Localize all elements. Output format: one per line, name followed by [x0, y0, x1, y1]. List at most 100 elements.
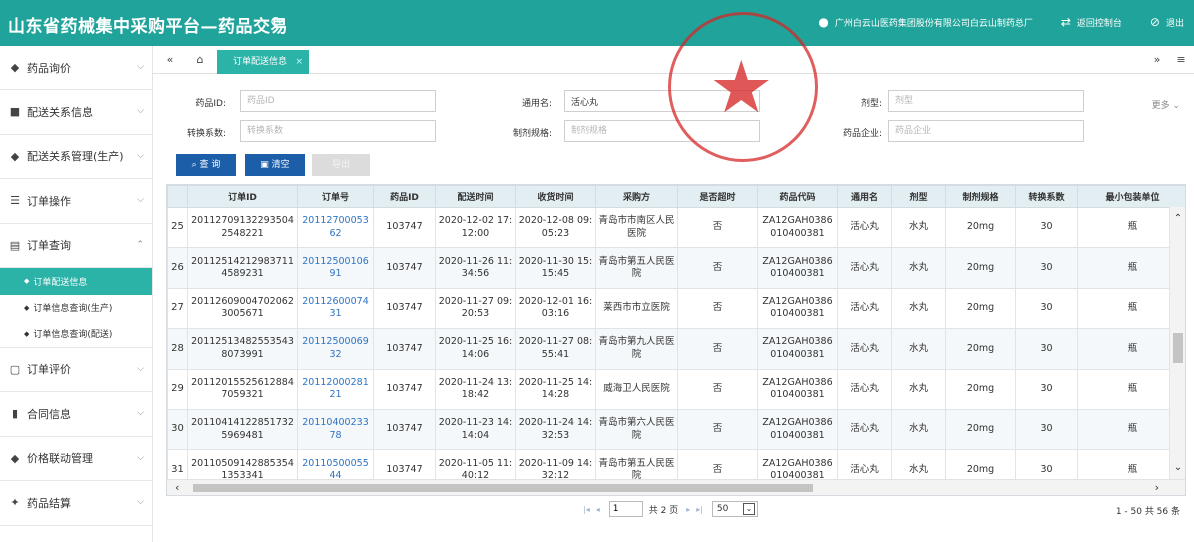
- page-number-input[interactable]: [608, 501, 643, 517]
- chevron-down-icon: ⌵: [137, 195, 144, 205]
- table-row[interactable]: 25 201127091322935042548221 2011270005362 1…: [167, 206, 1185, 249]
- conversion-input[interactable]: [240, 120, 436, 142]
- enterprise-input[interactable]: [888, 120, 1084, 142]
- scroll-thumb[interactable]: [1173, 333, 1183, 363]
- cell-ship: 2020-11-27 09:20:53: [435, 287, 516, 330]
- sidebar-item-drug-inquiry[interactable]: ◆ 药品询价 ⌵: [0, 46, 152, 90]
- search-icon: ⌕: [191, 160, 200, 170]
- sidebar-subitem-order-delivery-info[interactable]: ◆ 订单配送信息: [0, 268, 152, 295]
- column-header[interactable]: 制剂规格: [945, 185, 1016, 208]
- cell-code: ZA12GAH0386010400381: [757, 206, 838, 249]
- scroll-left-icon[interactable]: ‹: [175, 481, 179, 494]
- table-row[interactable]: 28 201125134825535438073991 2011250006932 1…: [167, 328, 1185, 370]
- sidebar-item-delivery-info[interactable]: ■ 配送关系信息 ⌵: [0, 90, 152, 135]
- next-page-icon[interactable]: ▸: [686, 505, 690, 514]
- scroll-up-icon[interactable]: ⌃: [1170, 213, 1185, 224]
- first-page-icon[interactable]: |◂: [583, 505, 590, 514]
- table-row[interactable]: 30 201104141228517325969481 2011040023378 1…: [167, 408, 1185, 451]
- column-header[interactable]: 订单ID: [187, 185, 298, 208]
- column-header[interactable]: 剂型: [891, 185, 946, 208]
- column-header[interactable]: 配送时间: [435, 185, 516, 208]
- column-header[interactable]: 药品代码: [757, 185, 838, 208]
- order-number-link[interactable]: 2011250006932: [302, 336, 369, 360]
- cell-overdue: 否: [677, 328, 758, 370]
- cell-spec: 20mg: [945, 408, 1016, 451]
- column-header[interactable]: 药品ID: [373, 185, 436, 208]
- sidebar-item-drug-settlement[interactable]: ✦ 药品结算 ⌵: [0, 481, 152, 526]
- sidebar-item-contract-info[interactable]: ▮ 合同信息 ⌵: [0, 392, 152, 437]
- tab-bar: « ⌂ 订单配送信息 × » ≡: [153, 46, 1194, 74]
- order-number-link[interactable]: 2011250010691: [302, 256, 369, 280]
- column-header[interactable]: 通用名: [837, 185, 892, 208]
- home-icon[interactable]: ⌂: [189, 46, 211, 74]
- cell-recv: 2020-12-01 16:03:16: [515, 287, 596, 330]
- tab-order-delivery-info[interactable]: 订单配送信息 ×: [217, 50, 309, 74]
- column-header[interactable]: 订单号: [297, 185, 374, 208]
- cell-overdue: 否: [677, 206, 758, 249]
- order-number-link[interactable]: 2011260007431: [302, 296, 369, 320]
- page-size-select[interactable]: 50 ⌄: [711, 501, 758, 517]
- column-header[interactable]: 采购方: [595, 185, 678, 208]
- order-number-link[interactable]: 2011200028121: [302, 377, 369, 401]
- scroll-right-icon[interactable]: ›: [1155, 481, 1159, 494]
- prev-page-icon[interactable]: ◂: [596, 505, 600, 514]
- scroll-down-icon[interactable]: ⌄: [1170, 462, 1185, 473]
- sidebar-item-delivery-management[interactable]: ◆ 配送关系管理(生产) ⌵: [0, 135, 152, 179]
- table-row[interactable]: 29 201120155256128847059321 2011200028121 1…: [167, 368, 1185, 410]
- more-filters-toggle[interactable]: 更多 ⌄: [1152, 98, 1180, 111]
- order-number-link[interactable]: 2011050005544: [302, 458, 369, 482]
- sidebar-item-order-query[interactable]: ▤ 订单查询 ⌃: [0, 223, 152, 268]
- logout-button[interactable]: ⊘ 退出: [1144, 15, 1184, 29]
- spec-input[interactable]: [564, 120, 760, 142]
- cell-code: ZA12GAH0386010400381: [757, 368, 838, 410]
- last-page-icon[interactable]: ▸|: [696, 505, 703, 514]
- sidebar-item-order-evaluation[interactable]: ▢ 订单评价 ⌵: [0, 348, 152, 392]
- table-row[interactable]: 26 201125142129837114589231 2011250010691 1…: [167, 247, 1185, 289]
- drug-id-input[interactable]: [240, 90, 436, 112]
- sidebar-item-order-operation[interactable]: ☰ 订单操作 ⌵: [0, 179, 152, 224]
- menu-icon[interactable]: ≡: [1170, 46, 1192, 74]
- cell-name: 活心丸: [837, 247, 892, 289]
- cell-drug-id: 103747: [373, 206, 436, 249]
- order-number-link[interactable]: 2011270005362: [302, 215, 369, 239]
- row-number: 30: [167, 408, 188, 451]
- cell-recv: 2020-11-27 08:55:41: [515, 328, 596, 370]
- back-to-console-button[interactable]: ⇄ 返回控制台: [1055, 15, 1122, 29]
- column-header[interactable]: 转换系数: [1015, 185, 1078, 208]
- tab-label: 订单配送信息: [233, 57, 288, 67]
- cell-code: ZA12GAH0386010400381: [757, 408, 838, 451]
- tab-scroll-left-icon[interactable]: «: [159, 46, 181, 74]
- sidebar-item-price-linkage[interactable]: ◆ 价格联动管理 ⌵: [0, 437, 152, 481]
- refresh-icon[interactable]: ⟳: [268, 13, 286, 31]
- horizontal-scrollbar[interactable]: ‹ ›: [167, 479, 1185, 495]
- dosage-form-input[interactable]: [888, 90, 1084, 112]
- close-icon[interactable]: ×: [295, 50, 303, 74]
- diamond-icon: ◆: [24, 277, 30, 286]
- export-button[interactable]: 导出: [312, 154, 370, 176]
- switch-icon: ⇄: [1060, 15, 1071, 29]
- cell-drug-id: 103747: [373, 247, 436, 289]
- table-row[interactable]: 27 201126090047020623005671 2011260007431 1…: [167, 287, 1185, 330]
- clear-button[interactable]: ▣ 清空: [245, 154, 305, 176]
- order-number-link[interactable]: 2011040023378: [302, 417, 369, 441]
- vertical-scrollbar[interactable]: ⌃ ⌄: [1169, 207, 1185, 479]
- diamond-icon: ◆: [24, 303, 30, 312]
- sidebar-subitem-order-query-delivery[interactable]: ◆ 订单信息查询(配送): [0, 321, 152, 348]
- scroll-thumb[interactable]: [193, 484, 813, 492]
- trash-icon: ▣: [260, 160, 272, 170]
- cell-overdue: 否: [677, 287, 758, 330]
- cell-factor: 30: [1015, 287, 1078, 330]
- user-account[interactable]: ● 广州白云山医药集团股份有限公司白云山制药总厂: [812, 15, 1033, 29]
- column-header[interactable]: 最小包装单位: [1077, 185, 1185, 208]
- column-header[interactable]: 是否超时: [677, 185, 758, 208]
- sidebar-subitem-order-query-production[interactable]: ◆ 订单信息查询(生产): [0, 295, 152, 322]
- cell-ship: 2020-11-24 13:18:42: [435, 368, 516, 410]
- tab-scroll-right-icon[interactable]: »: [1146, 46, 1168, 74]
- common-name-input[interactable]: [564, 90, 760, 112]
- column-header[interactable]: 收货时间: [515, 185, 596, 208]
- cell-form: 水丸: [891, 408, 946, 451]
- spec-label: 制剂规格:: [512, 129, 552, 139]
- export-label: 导出: [331, 160, 350, 170]
- cell-order-no: 2011270005362: [297, 206, 374, 249]
- query-button[interactable]: ⌕ 查 询: [176, 154, 236, 176]
